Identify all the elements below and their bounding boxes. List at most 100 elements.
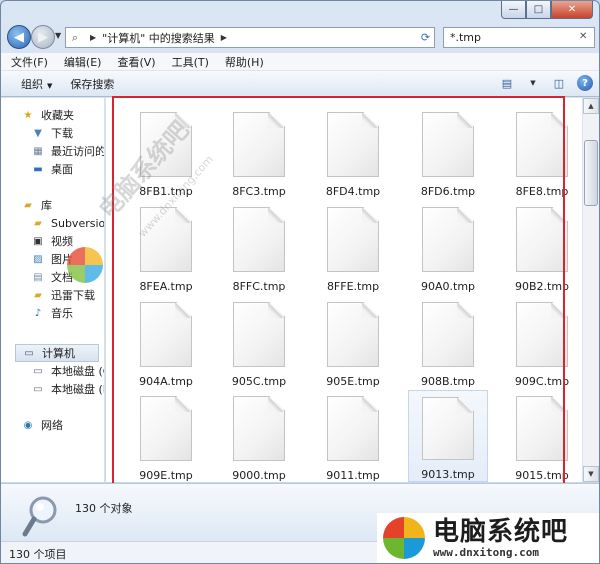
file-item[interactable]: 908B.tmp: [408, 296, 488, 388]
menu-edit[interactable]: 编辑(E): [64, 54, 102, 70]
menu-view[interactable]: 查看(V): [117, 54, 155, 70]
file-item[interactable]: 8FC3.tmp: [219, 106, 299, 198]
file-item[interactable]: 9015.tmp: [502, 390, 582, 482]
minimize-button[interactable]: —: [501, 1, 526, 19]
recent-pages-dropdown[interactable]: ▼: [55, 31, 61, 40]
address-bar[interactable]: ⌕ ▶ "计算机" 中的搜索结果 ▶ ▼: [65, 27, 435, 48]
file-icon: [422, 397, 474, 460]
menu-file[interactable]: 文件(F): [11, 54, 48, 70]
back-button[interactable]: ◀: [7, 25, 31, 49]
preview-pane-icon[interactable]: ◫: [551, 75, 567, 91]
sidebar-item-label: 收藏夹: [41, 109, 74, 122]
sidebar-item-local-disk-c[interactable]: ▭ 本地磁盘 (C: [31, 362, 104, 380]
file-item[interactable]: 9000.tmp: [219, 390, 299, 482]
brand-logo-icon: [383, 517, 425, 559]
menu-tools[interactable]: 工具(T): [172, 54, 209, 70]
menu-bar: 文件(F) 编辑(E) 查看(V) 工具(T) 帮助(H): [1, 53, 599, 71]
close-button[interactable]: ✕: [551, 1, 593, 19]
scrollbar-thumb[interactable]: [584, 140, 598, 206]
file-item[interactable]: 9011.tmp: [313, 390, 393, 482]
file-name: 909C.tmp: [514, 375, 570, 388]
sidebar-item-subversion[interactable]: ▰ Subversion: [31, 214, 104, 232]
file-item[interactable]: 909E.tmp: [126, 390, 206, 482]
scroll-up-button[interactable]: ▲: [583, 98, 599, 114]
menu-help[interactable]: 帮助(H): [225, 54, 264, 70]
clear-search-icon[interactable]: ✕: [579, 31, 587, 42]
file-icon: [327, 112, 379, 177]
file-name: 8FEA.tmp: [139, 280, 193, 293]
sidebar-item-thunder-downloads[interactable]: ▰ 迅雷下载: [31, 286, 95, 304]
file-icon: [140, 302, 192, 367]
file-item[interactable]: 904A.tmp: [126, 296, 206, 388]
sidebar-item-desktop[interactable]: ▬ 桌面: [31, 160, 73, 178]
sidebar-item-label: 计算机: [42, 347, 75, 360]
sidebar-item-pictures[interactable]: ▨ 图片: [31, 250, 73, 268]
sidebar-item-label: 本地磁盘 (D: [51, 383, 104, 396]
organize-button[interactable]: 组织 ▼: [21, 76, 52, 92]
object-count: 130 个对象: [75, 502, 133, 515]
file-list-view[interactable]: 8FB1.tmp 8FC3.tmp 8FD4.tmp 8FD6.tmp 8FE8.tmp…: [106, 98, 582, 482]
scroll-down-button[interactable]: ▼: [583, 466, 599, 482]
address-path[interactable]: "计算机" 中的搜索结果: [102, 30, 215, 46]
maximize-button[interactable]: □: [526, 1, 551, 19]
file-icon: [140, 207, 192, 272]
file-item[interactable]: 8FD4.tmp: [313, 106, 393, 198]
brand-url: www.dnxitong.com: [433, 545, 539, 559]
file-icon: [422, 207, 474, 272]
back-arrow-icon: ◀: [14, 29, 24, 45]
folder-icon: ▰: [34, 217, 42, 229]
file-item[interactable]: 8FE8.tmp: [502, 106, 582, 198]
view-options-dropdown-icon[interactable]: ▼: [525, 75, 541, 91]
forward-button[interactable]: ▶: [31, 25, 55, 49]
breadcrumb-separator-icon[interactable]: ▶: [90, 33, 96, 42]
change-view-icon[interactable]: ▤: [499, 75, 515, 91]
file-item[interactable]: 8FD6.tmp: [408, 106, 488, 198]
command-bar: 组织 ▼ 保存搜索 ▤ ▼ ◫ ?: [1, 71, 599, 97]
file-item[interactable]: 8FFE.tmp: [313, 201, 393, 293]
sidebar-item-documents[interactable]: ▤ 文档: [31, 268, 73, 286]
brand-name: 电脑系统吧: [433, 516, 569, 547]
file-icon: [422, 112, 474, 177]
sidebar-favorites[interactable]: ★ 收藏夹: [21, 106, 74, 124]
explorer-window: — □ ✕ ◀ ▶ ▼ ⌕ ▶ "计算机" 中的搜索结果 ▶ ▼ ⟳ ✕ 文件(…: [0, 0, 600, 564]
breadcrumb-separator-icon[interactable]: ▶: [221, 33, 227, 42]
save-search-button[interactable]: 保存搜索: [70, 76, 114, 92]
sidebar-libraries[interactable]: ▰ 库: [21, 196, 52, 214]
search-input[interactable]: [443, 27, 595, 48]
sidebar-item-local-disk-d[interactable]: ▭ 本地磁盘 (D: [31, 380, 104, 398]
file-name: 8FFC.tmp: [232, 280, 286, 293]
sidebar-item-videos[interactable]: ▣ 视频: [31, 232, 73, 250]
hard-drive-icon: ▭: [33, 365, 43, 377]
sidebar-item-label: 桌面: [51, 163, 73, 176]
refresh-button[interactable]: ⟳: [417, 27, 435, 48]
network-icon: ◉: [23, 419, 33, 431]
file-name: 9015.tmp: [515, 469, 569, 482]
search-results-icon: ⌕: [71, 30, 79, 44]
file-item[interactable]: 9013.tmp: [408, 390, 488, 482]
documents-icon: ▤: [33, 271, 43, 283]
file-item[interactable]: 8FEA.tmp: [126, 201, 206, 293]
file-item[interactable]: 909C.tmp: [502, 296, 582, 388]
file-name: 8FE8.tmp: [515, 185, 569, 198]
file-name: 8FFE.tmp: [326, 280, 380, 293]
sidebar-item-recent[interactable]: ▦ 最近访问的: [31, 142, 104, 160]
file-item[interactable]: 905C.tmp: [219, 296, 299, 388]
vertical-scrollbar[interactable]: ▲ ▼: [582, 98, 599, 482]
file-item[interactable]: 90B2.tmp: [502, 201, 582, 293]
file-item[interactable]: 90A0.tmp: [408, 201, 488, 293]
file-item[interactable]: 8FFC.tmp: [219, 201, 299, 293]
help-icon[interactable]: ?: [577, 75, 593, 91]
caption-buttons: — □ ✕: [501, 1, 593, 19]
file-name: 90A0.tmp: [420, 280, 476, 293]
sidebar-item-music[interactable]: ♪ 音乐: [31, 304, 73, 322]
file-name: 9013.tmp: [421, 468, 475, 481]
file-name: 8FC3.tmp: [232, 185, 286, 198]
file-item[interactable]: 8FB1.tmp: [126, 106, 206, 198]
sidebar-network[interactable]: ◉ 网络: [21, 416, 63, 434]
file-item[interactable]: 905E.tmp: [313, 296, 393, 388]
sidebar-computer[interactable]: ▭ 计算机: [15, 344, 99, 362]
computer-icon: ▭: [24, 347, 34, 359]
file-icon: [140, 396, 192, 461]
magnifier-icon: [22, 496, 57, 537]
sidebar-item-downloads[interactable]: ▼ 下载: [31, 124, 73, 142]
